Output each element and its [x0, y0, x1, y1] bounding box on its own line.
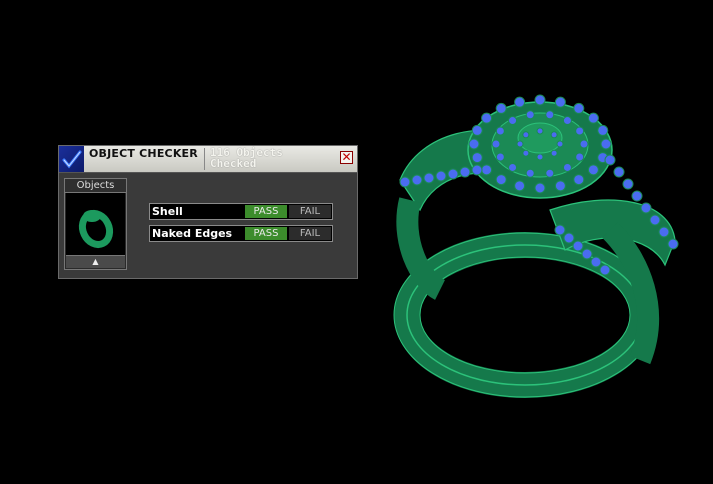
gem-stone — [613, 166, 625, 178]
gem-stone — [579, 139, 589, 149]
ring-3d-viewport[interactable] — [380, 80, 710, 410]
gem-stone — [481, 112, 493, 124]
gem-stone — [631, 190, 643, 202]
gem-stone — [597, 124, 609, 136]
ring-model — [393, 94, 679, 398]
panel-title: OBJECT CHECKER — [89, 147, 198, 160]
fail-indicator-naked-edges: FAIL — [289, 227, 331, 240]
objects-label: Objects — [65, 179, 126, 193]
panel-titlebar[interactable]: OBJECT CHECKER 116 Objects Checked ✕ — [59, 146, 357, 173]
gem-stone — [495, 126, 505, 136]
scroll-up-icon[interactable]: ▲ — [66, 255, 125, 268]
gem-stone — [573, 102, 585, 114]
gem-stone — [575, 152, 585, 162]
gem-stone — [622, 178, 634, 190]
gem-stone — [554, 96, 566, 108]
checkmark-logo-icon — [59, 146, 84, 172]
gem-stone — [545, 168, 555, 178]
gem-stone — [556, 140, 564, 148]
gem-stone — [514, 96, 526, 108]
gem-stone — [525, 168, 535, 178]
check-label-shell: Shell — [152, 205, 183, 218]
gem-stone — [435, 170, 447, 182]
check-row-naked-edges: Naked Edges PASS FAIL — [149, 225, 333, 242]
gem-stone — [563, 232, 575, 244]
gem-stone — [550, 149, 558, 157]
gem-stone — [545, 110, 555, 120]
objects-list[interactable]: Objects ▲ — [64, 178, 127, 270]
gem-stone — [508, 116, 518, 126]
gem-stone — [471, 152, 483, 164]
gem-stone — [423, 172, 435, 184]
gem-stone — [481, 164, 493, 176]
gem-stone — [640, 202, 652, 214]
gem-stone — [562, 162, 572, 172]
gem-stone — [600, 138, 612, 150]
gem-stone — [599, 264, 611, 276]
fail-indicator-shell: FAIL — [289, 205, 331, 218]
gem-stone — [525, 110, 535, 120]
gem-stone — [562, 116, 572, 126]
gem-stone — [508, 162, 518, 172]
gem-stone — [514, 180, 526, 192]
gem-stone — [581, 248, 593, 260]
gem-stone — [554, 180, 566, 192]
gem-stone — [522, 149, 530, 157]
gem-stone — [399, 176, 411, 188]
gem-stone — [468, 138, 480, 150]
gem-stone — [411, 174, 423, 186]
gem-stone — [459, 166, 471, 178]
gem-stone — [471, 124, 483, 136]
gem-stone — [573, 174, 585, 186]
check-row-shell: Shell PASS FAIL — [149, 203, 333, 220]
pass-indicator-shell: PASS — [245, 205, 287, 218]
gem-stone — [536, 153, 544, 161]
gem-stone — [495, 174, 507, 186]
gem-stone — [471, 164, 483, 176]
checked-text: Checked — [210, 157, 257, 170]
gem-stone — [575, 126, 585, 136]
objects-checked-count: 116 Objects Checked — [210, 147, 310, 169]
gem-stone — [522, 131, 530, 139]
close-icon[interactable]: ✕ — [340, 151, 353, 164]
pass-indicator-naked-edges: PASS — [245, 227, 287, 240]
gem-stone — [554, 224, 566, 236]
gem-stone — [447, 168, 459, 180]
gem-stone — [495, 102, 507, 114]
gem-stone — [667, 238, 679, 250]
title-divider — [204, 148, 205, 170]
gem-stone — [534, 94, 546, 106]
gem-stone — [534, 182, 546, 194]
gem-stone — [572, 240, 584, 252]
gem-stone — [516, 140, 524, 148]
check-label-naked-edges: Naked Edges — [152, 227, 233, 240]
gem-stone — [491, 139, 501, 149]
gem-stone — [587, 112, 599, 124]
gem-stone — [658, 226, 670, 238]
gem-stone — [649, 214, 661, 226]
ring-thumbnail-icon[interactable] — [66, 193, 125, 256]
gem-stone — [604, 154, 616, 166]
gem-stone — [495, 152, 505, 162]
gem-stone — [550, 131, 558, 139]
gem-stone — [536, 127, 544, 135]
gem-stone — [587, 164, 599, 176]
object-checker-panel: OBJECT CHECKER 116 Objects Checked ✕ Obj… — [58, 145, 358, 279]
gem-stone — [590, 256, 602, 268]
